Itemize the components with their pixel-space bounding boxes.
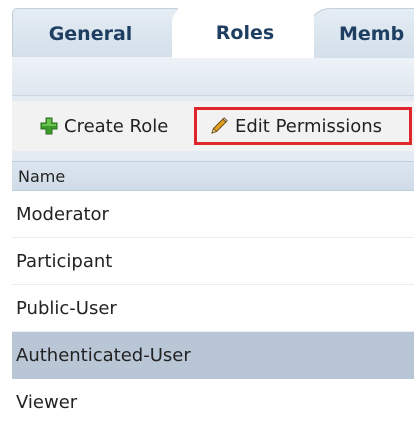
table-row-participant[interactable]: Participant — [12, 238, 414, 285]
role-name: Authenticated-User — [16, 344, 191, 366]
create-role-button[interactable]: Create Role — [40, 101, 168, 151]
table-row-public-user[interactable]: Public-User — [12, 285, 414, 332]
roles-page: General Memb Roles Create Role Edit Perm… — [0, 0, 414, 425]
table-row-viewer[interactable]: Viewer — [12, 379, 414, 425]
roles-panel: Create Role Edit Permissions Name Modera… — [12, 57, 414, 425]
pencil-icon — [209, 116, 229, 136]
panel-header-band — [12, 57, 414, 96]
roles-toolbar: Create Role Edit Permissions — [12, 101, 414, 151]
tab-members[interactable]: Memb — [308, 8, 414, 58]
tab-roles[interactable]: Roles — [172, 8, 314, 58]
role-name: Participant — [16, 250, 113, 272]
table-row-moderator[interactable]: Moderator — [12, 191, 414, 238]
tab-general-label: General — [48, 22, 133, 45]
edit-permissions-label: Edit Permissions — [235, 115, 383, 137]
name-column-header-label: Name — [18, 166, 66, 186]
tab-members-label: Memb — [339, 22, 405, 45]
create-role-label: Create Role — [64, 115, 169, 137]
name-column-header[interactable]: Name — [12, 161, 414, 191]
green-plus-icon — [40, 117, 58, 135]
tab-strip: General Memb Roles — [0, 0, 414, 58]
tab-roles-label: Roles — [215, 22, 275, 44]
role-name: Moderator — [16, 203, 109, 225]
edit-permissions-button[interactable]: Edit Permissions — [194, 107, 412, 145]
role-name: Public-User — [16, 297, 117, 319]
role-name: Viewer — [16, 391, 78, 413]
table-row-authenticated-user[interactable]: Authenticated-User — [12, 332, 414, 379]
tab-general[interactable]: General — [12, 8, 178, 58]
roles-table: Name Moderator Participant Public-User A… — [12, 161, 414, 425]
